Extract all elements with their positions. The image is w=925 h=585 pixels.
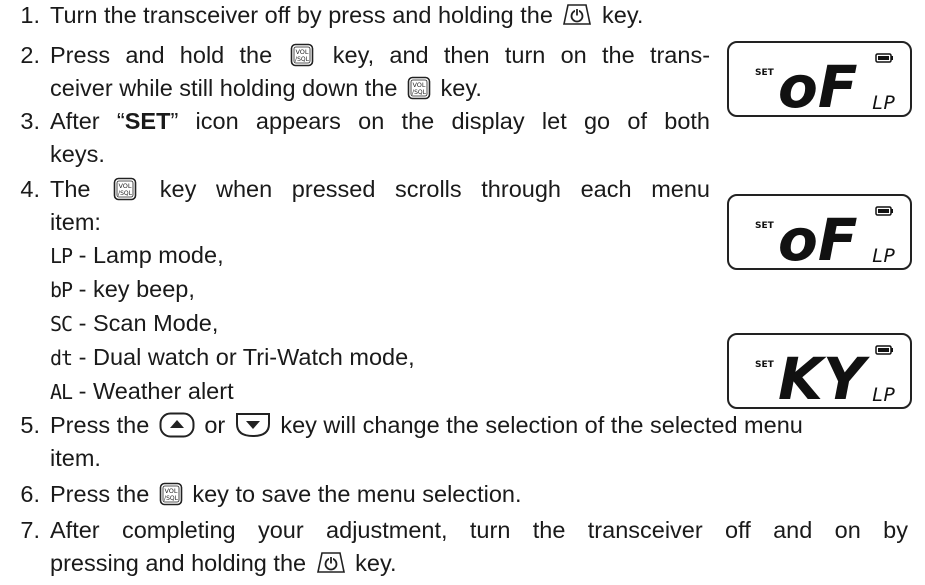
lcd-set-label: SET: [755, 360, 775, 370]
battery-icon: [875, 206, 893, 216]
lcd-sub-text: LP: [872, 92, 895, 114]
down-arrow-key-icon: [235, 412, 271, 438]
vol-sql-key-icon: [159, 482, 183, 506]
lcd-sub-text: LP: [872, 384, 895, 406]
battery-icon: [875, 345, 893, 355]
vol-sql-key-icon: [407, 76, 431, 100]
vol-sql-key-icon: [113, 177, 137, 201]
lcd-display: SET oF LP: [727, 41, 912, 119]
menu-item-sc: SC - Scan Mode,: [50, 310, 219, 336]
menu-item-dt: dt - Dual watch or Tri-Watch mode,: [50, 344, 415, 370]
vol-sql-key-icon: [290, 43, 314, 67]
power-key-icon: [316, 551, 346, 575]
lcd-main-text: KY: [778, 345, 870, 411]
battery-icon: [875, 53, 893, 63]
power-key-icon: [562, 3, 592, 27]
lcd-set-label: SET: [755, 68, 775, 78]
menu-item-al: AL - Weather alert: [50, 378, 234, 404]
lcd-main-text: oF: [778, 53, 857, 119]
lcd-set-label: SET: [755, 221, 775, 231]
set-label: SET: [124, 108, 171, 134]
lcd-display: SET KY LP: [727, 333, 912, 411]
lcd-display: SET oF LP: [727, 194, 912, 272]
menu-item-lp: LP - Lamp mode,: [50, 242, 224, 268]
menu-item-bp: bP - key beep,: [50, 276, 195, 302]
up-arrow-key-icon: [159, 412, 195, 438]
manual-page: 1. Turn the transceiver off by press and…: [0, 0, 925, 585]
lcd-main-text: oF: [778, 206, 857, 272]
lcd-sub-text: LP: [872, 245, 895, 267]
